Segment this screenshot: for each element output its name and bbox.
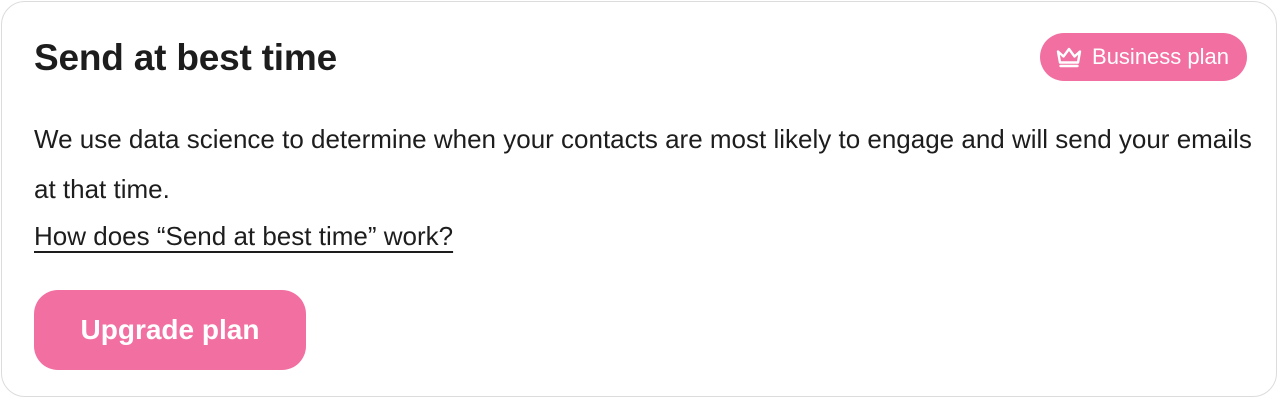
help-link[interactable]: How does “Send at best time” work?: [34, 212, 453, 260]
business-plan-badge: Business plan: [1040, 33, 1247, 81]
send-at-best-time-card: Send at best time Business plan We use d…: [1, 1, 1277, 397]
description-text: We use data science to determine when yo…: [34, 124, 1252, 204]
crown-icon: [1056, 47, 1082, 68]
upgrade-plan-button[interactable]: Upgrade plan: [34, 290, 306, 370]
card-title: Send at best time: [34, 37, 337, 78]
badge-label: Business plan: [1092, 44, 1229, 69]
